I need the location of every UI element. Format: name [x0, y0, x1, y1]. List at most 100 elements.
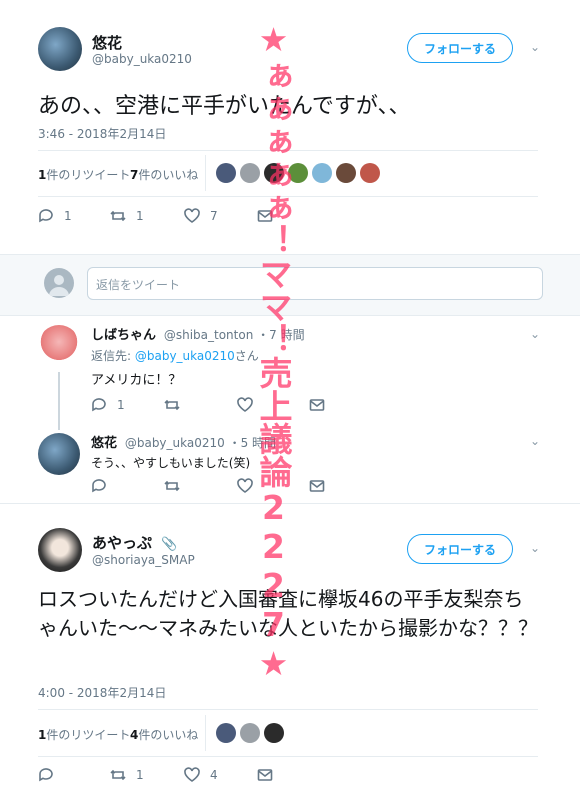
- reply-action[interactable]: 1: [38, 208, 72, 224]
- attachment-icon: 📎: [161, 537, 178, 552]
- follow-button[interactable]: フォローする: [407, 33, 513, 63]
- like-stat[interactable]: 7件のいいね: [130, 166, 198, 183]
- dm-action[interactable]: [257, 208, 273, 224]
- chevron-down-icon[interactable]: ⌄: [530, 434, 540, 448]
- reply-header: しばちゃん @shiba_tonton ・7 時間: [91, 324, 305, 343]
- reply-count: 1: [117, 398, 125, 412]
- reply-input[interactable]: 返信をツイート: [87, 267, 543, 300]
- replying-to-suffix: さん: [234, 349, 259, 363]
- like-count: 7: [210, 209, 218, 223]
- liker-avatar[interactable]: [360, 163, 380, 183]
- chevron-down-icon[interactable]: ⌄: [530, 541, 540, 555]
- replying-to-link[interactable]: @baby_uka0210: [135, 349, 235, 363]
- retweet-action[interactable]: 1: [110, 767, 144, 783]
- heart-icon: [237, 478, 253, 493]
- tweet-timestamp[interactable]: 4:00 - 2018年2月14日: [38, 684, 166, 701]
- heart-icon: [184, 208, 200, 223]
- reply-action[interactable]: [38, 767, 54, 783]
- reply-time[interactable]: ・5 時間: [229, 436, 276, 450]
- reply-text: アメリカに！？: [91, 373, 182, 388]
- retweet-action[interactable]: [164, 478, 180, 494]
- reply-header: 悠花 @baby_uka0210 ・5 時間: [91, 432, 276, 451]
- dm-action[interactable]: [257, 767, 273, 783]
- reply-action[interactable]: 1: [91, 397, 125, 413]
- tweet-text: ロスついたんだけど入国審査に欅坂46の平手友梨奈ちゃんいた〜〜マネみたいな人とい…: [38, 587, 538, 640]
- author-handle[interactable]: @baby_uka0210: [125, 436, 225, 450]
- divider: [38, 756, 538, 757]
- retweet-action[interactable]: [164, 397, 180, 413]
- divider: [38, 196, 538, 197]
- reply-time[interactable]: ・7 時間: [257, 328, 304, 342]
- reply-text: そう、、やすしもいました(笑): [91, 456, 251, 470]
- like-action[interactable]: [237, 397, 253, 413]
- author-name[interactable]: しばちゃん: [91, 328, 156, 343]
- retweet-icon: [164, 399, 180, 411]
- watermark: ★ぁぁぁぁぁ！ママ！売上議論2227★: [254, 20, 292, 683]
- user-avatar: [44, 268, 74, 298]
- avatar[interactable]: [38, 433, 80, 475]
- stat-separator: [205, 715, 206, 751]
- liker-avatar[interactable]: [288, 163, 308, 183]
- author-name[interactable]: 悠花: [92, 32, 122, 53]
- avatar[interactable]: [38, 325, 80, 367]
- retweet-count: 1: [136, 209, 144, 223]
- reply-action[interactable]: [91, 478, 107, 494]
- reply-count: 1: [64, 209, 72, 223]
- chevron-down-icon[interactable]: ⌄: [530, 40, 540, 54]
- retweet-icon: [110, 769, 126, 781]
- liker-avatar[interactable]: [264, 163, 284, 183]
- divider: [38, 709, 538, 710]
- tweet-text: あの、、空港に平手がいたんですが、、: [38, 94, 411, 119]
- follow-button[interactable]: フォローする: [407, 534, 513, 564]
- reply-icon: [92, 479, 106, 493]
- replying-to: 返信先: @baby_uka0210さん: [91, 347, 259, 364]
- liker-avatar[interactable]: [216, 163, 236, 183]
- mail-icon: [309, 480, 325, 492]
- divider: [38, 150, 538, 151]
- author-handle[interactable]: @shiba_tonton: [164, 328, 253, 342]
- retweet-icon: [164, 480, 180, 492]
- author-handle[interactable]: @baby_uka0210: [92, 52, 192, 66]
- retweet-stat-label: 件のリツイート: [46, 168, 131, 182]
- author-handle[interactable]: @shoriaya_SMAP: [92, 553, 195, 567]
- section-gap: [0, 503, 580, 515]
- reply-icon: [39, 209, 53, 223]
- like-action[interactable]: [237, 478, 253, 494]
- tweet-timestamp[interactable]: 3:46 - 2018年2月14日: [38, 125, 166, 142]
- retweet-icon: [110, 210, 126, 222]
- avatar[interactable]: [38, 27, 82, 71]
- like-stat-label: 件のいいね: [138, 168, 199, 182]
- liker-avatar[interactable]: [336, 163, 356, 183]
- retweet-action[interactable]: 1: [110, 208, 144, 224]
- mail-icon: [257, 210, 273, 222]
- like-stat[interactable]: 4件のいいね: [130, 726, 198, 743]
- dm-action[interactable]: [309, 478, 325, 494]
- liker-avatar[interactable]: [240, 723, 260, 743]
- retweet-stat[interactable]: 1件のリツイート: [38, 166, 130, 183]
- heart-icon: [237, 397, 253, 412]
- liker-avatars: [216, 163, 380, 183]
- like-count: 4: [210, 768, 218, 782]
- reply-icon: [92, 398, 106, 412]
- avatar[interactable]: [38, 528, 82, 572]
- mail-icon: [309, 399, 325, 411]
- mail-icon: [257, 769, 273, 781]
- stat-separator: [205, 155, 206, 191]
- author-name[interactable]: 悠花: [91, 436, 117, 451]
- liker-avatar[interactable]: [216, 723, 236, 743]
- retweet-stat[interactable]: 1件のリツイート: [38, 726, 130, 743]
- reply-icon: [39, 768, 53, 782]
- like-action[interactable]: 7: [184, 208, 218, 224]
- chevron-down-icon[interactable]: ⌄: [530, 327, 540, 341]
- like-stat-label: 件のいいね: [138, 728, 199, 742]
- liker-avatar[interactable]: [264, 723, 284, 743]
- liker-avatars: [216, 723, 284, 743]
- author-name-row: あやっぷ 📎: [92, 532, 177, 553]
- author-name[interactable]: あやっぷ: [92, 534, 152, 552]
- retweet-stat-label: 件のリツイート: [46, 728, 131, 742]
- liker-avatar[interactable]: [240, 163, 260, 183]
- dm-action[interactable]: [309, 397, 325, 413]
- heart-icon: [184, 767, 200, 782]
- like-action[interactable]: 4: [184, 767, 218, 783]
- liker-avatar[interactable]: [312, 163, 332, 183]
